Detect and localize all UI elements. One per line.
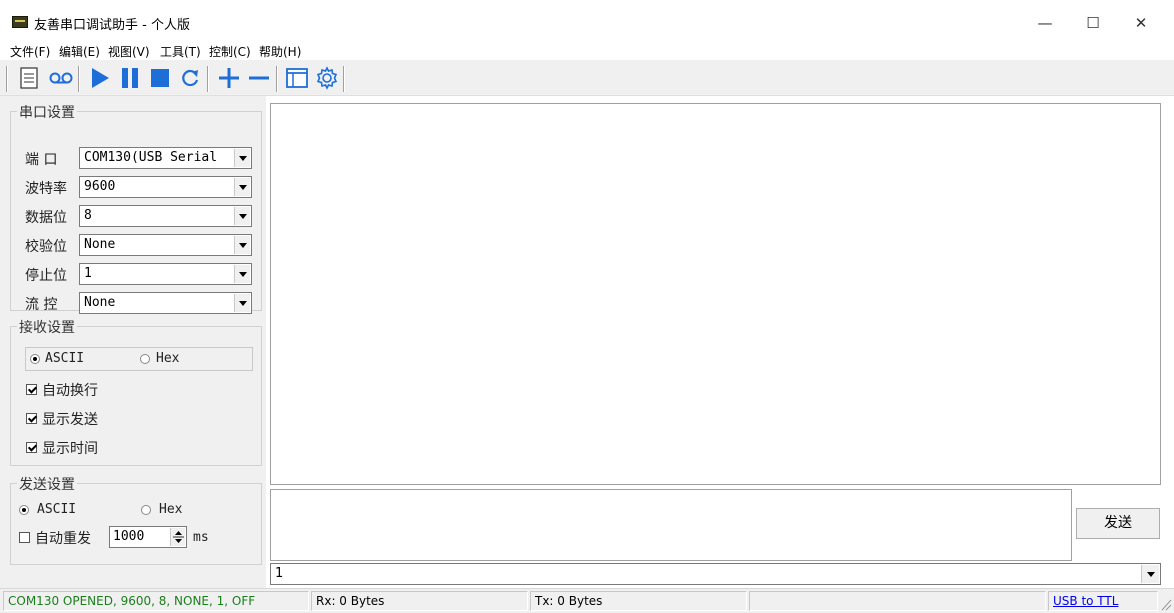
receive-mode-box: ASCII Hex xyxy=(25,347,253,371)
resend-interval-value: 1000 xyxy=(113,529,145,544)
app-icon xyxy=(12,16,28,28)
receive-ascii-radio[interactable] xyxy=(30,354,40,364)
close-button[interactable]: ✕ xyxy=(1126,10,1156,36)
toolbar-separator xyxy=(207,66,209,92)
toolbar-separator xyxy=(276,66,278,92)
menu-edit[interactable]: 编辑(E) xyxy=(59,43,100,60)
menu-file[interactable]: 文件(F) xyxy=(10,43,50,60)
parity-label: 校验位 xyxy=(25,239,67,255)
chevron-down-icon[interactable] xyxy=(234,265,250,283)
show-time-label: 显示时间 xyxy=(42,441,98,457)
receive-hex-label: Hex xyxy=(156,351,180,366)
spinner-arrows-icon[interactable] xyxy=(170,528,185,546)
menu-bar: 文件(F) 编辑(E) 视图(V) 工具(T) 控制(C) 帮助(H) xyxy=(0,42,1174,60)
status-spacer xyxy=(749,591,1046,611)
menu-tools[interactable]: 工具(T) xyxy=(160,43,201,60)
resend-interval-spinner[interactable]: 1000 xyxy=(109,526,187,548)
chevron-down-icon[interactable] xyxy=(234,294,250,312)
receive-settings-title: 接收设置 xyxy=(17,317,77,337)
port-label: 端 口 xyxy=(25,152,58,168)
show-send-label: 显示发送 xyxy=(42,412,98,428)
rx-count: Rx: 0 Bytes xyxy=(311,591,528,611)
send-ascii-radio[interactable] xyxy=(19,505,29,515)
minimize-button[interactable]: — xyxy=(1030,10,1060,36)
send-hex-label: Hex xyxy=(159,502,183,517)
receive-textarea[interactable] xyxy=(270,103,1161,485)
window-icon[interactable] xyxy=(283,64,311,92)
chevron-down-icon[interactable] xyxy=(234,236,250,254)
menu-view[interactable]: 视图(V) xyxy=(108,43,150,60)
stopbits-label: 停止位 xyxy=(25,268,67,284)
stopbits-select[interactable]: 1 xyxy=(79,263,252,285)
resend-interval-unit: ms xyxy=(193,530,209,545)
toolbar-separator xyxy=(343,66,345,92)
stopbits-value: 1 xyxy=(84,266,92,281)
chevron-down-icon[interactable] xyxy=(1141,565,1159,583)
send-textarea[interactable] xyxy=(270,489,1072,561)
chevron-down-icon[interactable] xyxy=(234,149,250,167)
settings-panel: 串口设置 端 口 COM130(USB Serial 波特率 9600 数据位 … xyxy=(0,96,266,588)
add-icon[interactable] xyxy=(215,64,243,92)
flow-value: None xyxy=(84,295,116,310)
show-time-checkbox[interactable] xyxy=(26,442,37,453)
serial-settings-group: 串口设置 端 口 COM130(USB Serial 波特率 9600 数据位 … xyxy=(10,102,262,314)
port-value: COM130(USB Serial xyxy=(84,150,218,165)
parity-value: None xyxy=(84,237,116,252)
menu-help[interactable]: 帮助(H) xyxy=(259,43,301,60)
receive-settings-group: 接收设置 ASCII Hex 自动换行 显示发送 显示时间 xyxy=(10,317,262,466)
window-title: 友善串口调试助手 - 个人版 xyxy=(34,18,190,33)
chevron-down-icon[interactable] xyxy=(234,178,250,196)
toolbar-separator xyxy=(6,66,8,92)
resize-grip-icon[interactable] xyxy=(1160,597,1172,611)
baud-select[interactable]: 9600 xyxy=(79,176,252,198)
send-settings-title: 发送设置 xyxy=(17,474,77,494)
chevron-down-icon[interactable] xyxy=(234,207,250,225)
title-bar: 友善串口调试助手 - 个人版 — ☐ ✕ xyxy=(0,0,1174,42)
flow-label: 流 控 xyxy=(25,297,58,313)
record-icon[interactable] xyxy=(47,64,75,92)
databits-value: 8 xyxy=(84,208,92,223)
maximize-button[interactable]: ☐ xyxy=(1078,10,1108,36)
serial-settings-title: 串口设置 xyxy=(17,102,77,122)
send-history-value: 1 xyxy=(275,566,284,581)
receive-hex-radio[interactable] xyxy=(140,354,150,364)
send-button[interactable]: 发送 xyxy=(1076,508,1160,539)
send-hex-radio[interactable] xyxy=(141,505,151,515)
play-icon[interactable] xyxy=(86,64,114,92)
send-settings-group: 发送设置 ASCII Hex 自动重发 1000 ms xyxy=(10,474,262,565)
menu-control[interactable]: 控制(C) xyxy=(209,43,251,60)
toolbar-separator xyxy=(78,66,80,92)
toolbar xyxy=(0,60,1174,96)
databits-select[interactable]: 8 xyxy=(79,205,252,227)
receive-ascii-label: ASCII xyxy=(45,351,85,366)
stop-icon[interactable] xyxy=(146,64,174,92)
databits-label: 数据位 xyxy=(25,210,67,226)
send-ascii-label: ASCII xyxy=(37,502,77,517)
port-select[interactable]: COM130(USB Serial xyxy=(79,147,252,169)
baud-value: 9600 xyxy=(84,179,116,194)
auto-resend-label: 自动重发 xyxy=(35,531,91,547)
show-send-checkbox[interactable] xyxy=(26,413,37,424)
parity-select[interactable]: None xyxy=(79,234,252,256)
status-bar: COM130 OPENED, 9600, 8, NONE, 1, OFF Rx:… xyxy=(0,588,1174,613)
auto-newline-checkbox[interactable] xyxy=(26,384,37,395)
flow-select[interactable]: None xyxy=(79,292,252,314)
auto-newline-label: 自动换行 xyxy=(42,383,98,399)
auto-resend-checkbox[interactable] xyxy=(19,532,30,543)
tx-count: Tx: 0 Bytes xyxy=(530,591,747,611)
pause-icon[interactable] xyxy=(116,64,144,92)
port-status: COM130 OPENED, 9600, 8, NONE, 1, OFF xyxy=(3,591,309,611)
document-icon[interactable] xyxy=(15,64,43,92)
refresh-icon[interactable] xyxy=(176,64,204,92)
send-history-select[interactable]: 1 xyxy=(270,563,1161,585)
remove-icon[interactable] xyxy=(245,64,273,92)
baud-label: 波特率 xyxy=(25,181,67,197)
usb-to-ttl-link[interactable]: USB to TTL xyxy=(1048,591,1158,611)
settings-icon[interactable] xyxy=(313,64,341,92)
